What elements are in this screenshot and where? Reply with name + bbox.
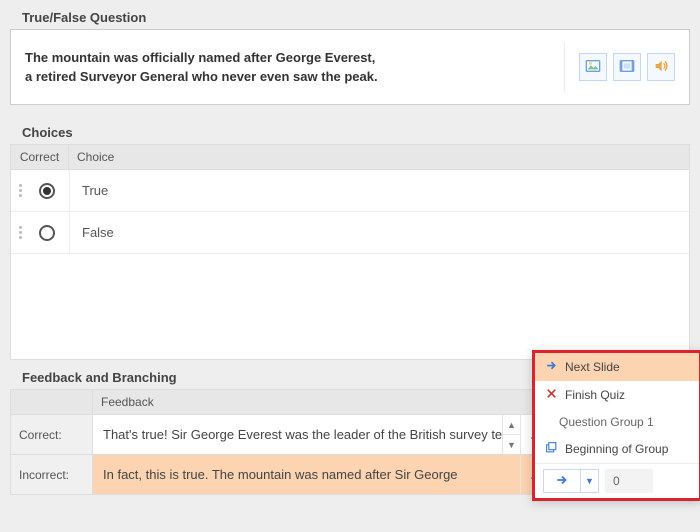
question-box: The mountain was officially named after …: [10, 29, 690, 105]
radio-cell: [25, 183, 69, 199]
close-icon: [545, 387, 558, 403]
choice-row: True: [11, 170, 689, 212]
branch-dropdown: Next Slide Finish Quiz Question Group 1 …: [532, 350, 700, 501]
branch-select-box: ▼: [543, 469, 599, 493]
choice-label[interactable]: True: [70, 183, 689, 198]
col-correct-header: Correct: [11, 145, 69, 169]
question-section-title: True/False Question: [10, 4, 690, 29]
fb-row-correct-label: Correct:: [11, 415, 93, 454]
branch-points-value[interactable]: 0: [605, 469, 653, 493]
choices-section-title: Choices: [10, 119, 690, 144]
branch-item-label: Beginning of Group: [565, 442, 668, 456]
insert-video-button[interactable]: [613, 53, 641, 81]
image-icon: [585, 58, 601, 77]
question-section: True/False Question The mountain was off…: [0, 0, 700, 115]
choice-label[interactable]: False: [70, 225, 689, 240]
insert-audio-button[interactable]: [647, 53, 675, 81]
branch-select-current[interactable]: [544, 470, 580, 492]
drag-handle-icon[interactable]: [11, 226, 25, 239]
branch-item-label: Next Slide: [565, 360, 620, 374]
fb-correct-spinner: ▲ ▼: [502, 415, 520, 454]
correct-radio-true[interactable]: [39, 183, 55, 199]
fb-correct-text[interactable]: That's true! Sir George Everest was the …: [93, 415, 502, 454]
branch-item-next-slide[interactable]: Next Slide: [535, 353, 699, 381]
arrow-right-icon: [555, 473, 569, 490]
branch-select-arrow[interactable]: ▼: [580, 470, 598, 492]
branch-item-label: Finish Quiz: [565, 388, 625, 402]
drag-handle-icon[interactable]: [11, 184, 25, 197]
chevron-down-icon: ▼: [585, 476, 594, 486]
choices-section: Choices Correct Choice True False: [0, 115, 700, 360]
choices-header: Correct Choice: [10, 144, 690, 170]
arrow-right-icon: [545, 359, 558, 375]
branch-bottom-row: ▼ 0: [535, 463, 699, 498]
col-choice-header: Choice: [69, 145, 689, 169]
feedback-section: Feedback and Branching Feedback Correct:…: [0, 360, 700, 505]
question-text-line2: a retired Surveyor General who never eve…: [25, 69, 378, 84]
question-text[interactable]: The mountain was officially named after …: [25, 48, 564, 87]
layers-icon: [545, 441, 558, 457]
branch-item-finish-quiz[interactable]: Finish Quiz: [535, 381, 699, 409]
correct-radio-false[interactable]: [39, 225, 55, 241]
branch-item-group1[interactable]: Question Group 1: [535, 409, 699, 435]
media-buttons: [564, 42, 675, 92]
question-text-line1: The mountain was officially named after …: [25, 50, 375, 65]
fb-incorrect-text[interactable]: In fact, this is true. The mountain was …: [93, 455, 520, 494]
radio-cell: [25, 225, 69, 241]
fb-col-blank: [11, 390, 93, 414]
branch-item-beginning-of-group[interactable]: Beginning of Group: [535, 435, 699, 463]
fb-row-incorrect-label: Incorrect:: [11, 455, 93, 494]
spinner-down-button[interactable]: ▼: [503, 435, 520, 454]
choice-row: False: [11, 212, 689, 254]
app-root: True/False Question The mountain was off…: [0, 0, 700, 505]
video-icon: [619, 58, 635, 77]
insert-image-button[interactable]: [579, 53, 607, 81]
audio-icon: [653, 58, 669, 77]
spinner-up-button[interactable]: ▲: [503, 415, 520, 435]
branch-item-label: Question Group 1: [559, 415, 654, 429]
choices-body: True False: [10, 170, 690, 360]
